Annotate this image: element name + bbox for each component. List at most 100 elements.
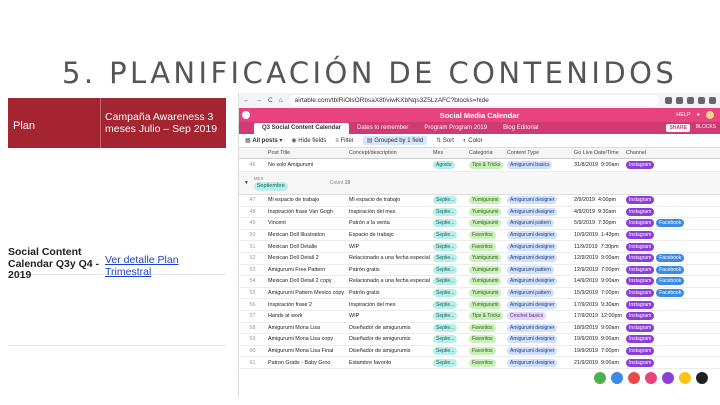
cell-content-type[interactable]: Amigurumi designer xyxy=(505,358,572,367)
blocks-button[interactable]: BLOCKS xyxy=(696,124,716,130)
cell-mes[interactable]: Septie... xyxy=(431,358,467,367)
table-row[interactable]: 52 Mexican Doll Detail 2 Relacionado a una… xyxy=(239,253,720,265)
cell-title[interactable]: No solo Amigurumi xyxy=(266,162,347,168)
tab-dates-to-remember[interactable]: Dates to remember xyxy=(349,123,416,134)
app-shortcut-icon[interactable] xyxy=(679,372,691,384)
cell-mes[interactable]: Septie... xyxy=(431,219,467,228)
table-row[interactable]: 47 Mi espacio de trabajo Mi espacio de tra… xyxy=(239,195,720,207)
bell-icon[interactable]: ● xyxy=(697,112,700,118)
tab-q3-social-content[interactable]: Q3 Social Content Calendar xyxy=(254,123,350,134)
cell-title[interactable]: Amigurumi Pattern Mexico copy xyxy=(266,290,347,296)
col-mes[interactable]: Mes xyxy=(431,150,467,156)
cell-title[interactable]: Amigurumi Mona Lisa xyxy=(266,325,347,331)
cell-concept[interactable]: Inspiración del mes xyxy=(347,302,431,308)
cell-categoria[interactable]: Yumigurumi xyxy=(467,289,505,298)
cell-categoria[interactable]: Favoritos xyxy=(467,335,505,344)
cell-mes[interactable]: Septie... xyxy=(431,196,467,205)
tab-program-2019[interactable]: Program Program 2019 xyxy=(416,123,495,134)
cell-content-type[interactable]: Amigurumi designer xyxy=(505,242,572,251)
col-post-title[interactable]: Post Title xyxy=(266,150,347,156)
cell-categoria[interactable]: Yumigurumi xyxy=(467,254,505,263)
cell-content-type[interactable]: Amigurumi designer xyxy=(505,231,572,240)
cell-channel[interactable]: Instagram xyxy=(624,300,694,309)
chevron-down-icon[interactable]: ▾ xyxy=(245,180,248,186)
col-content-type[interactable]: Content Type xyxy=(505,150,572,156)
cell-date[interactable]: 19/9/2019 9:00am xyxy=(572,336,624,342)
cell-channel[interactable]: Instagram xyxy=(624,323,694,332)
cell-content-type[interactable]: Amigurumi designer xyxy=(505,323,572,332)
cell-date[interactable]: 21/9/2019 9:00am xyxy=(572,360,624,366)
cell-categoria[interactable]: Yumigurumi xyxy=(467,196,505,205)
cell-channel[interactable]: Instagram Facebook xyxy=(624,289,694,298)
cell-date[interactable]: 12/9/2019 9:00am xyxy=(572,255,624,261)
cell-categoria[interactable]: Favoritos xyxy=(467,242,505,251)
cell-mes[interactable]: Septie... xyxy=(431,231,467,240)
cell-categoria[interactable]: Yumigurumi xyxy=(467,265,505,274)
cell-channel[interactable]: Instagram xyxy=(624,207,694,216)
base-title[interactable]: Social Media Calendar xyxy=(239,111,720,120)
cell-concept[interactable]: Estambre favorito xyxy=(347,360,431,366)
cell-mes[interactable]: Septie... xyxy=(431,254,467,263)
app-shortcut-icon[interactable] xyxy=(611,372,623,384)
cell-categoria[interactable]: Yumigurumi xyxy=(467,219,505,228)
cell-concept[interactable]: Patrón gratis xyxy=(347,290,431,296)
table-row[interactable]: 61 Patron Gratis - Baby Groo Estambre favo… xyxy=(239,357,720,369)
cell-date[interactable]: 5/9/2019 7:30pm xyxy=(572,220,624,226)
cell-title[interactable]: Mexican Doll Illustration xyxy=(266,232,347,238)
cell-content-type[interactable]: Crochet basics xyxy=(505,312,572,321)
cell-mes[interactable]: Agosto xyxy=(431,161,467,169)
cell-date[interactable]: 11/9/2019 7:30pm xyxy=(572,244,624,250)
col-go-live[interactable]: Go Live Date/Time xyxy=(572,150,624,156)
col-channel[interactable]: Channel xyxy=(624,150,694,156)
url-field[interactable]: airtable.com/tblRiOlsORbsaX8f/viwKXbNqs3… xyxy=(288,95,659,106)
cell-categoria[interactable]: Favoritos xyxy=(467,323,505,332)
cell-channel[interactable]: Instagram xyxy=(624,231,694,240)
cell-content-type[interactable]: Amigurumi designer xyxy=(505,254,572,263)
cell-concept[interactable]: Diseñador de amigurumis xyxy=(347,348,431,354)
help-button[interactable]: HELP xyxy=(676,112,690,118)
home-icon[interactable]: ⌂ xyxy=(279,97,283,104)
table-row[interactable]: 60 Amigurumi Mona Lisa Final Diseñador de … xyxy=(239,346,720,358)
cell-channel[interactable]: Instagram Facebook xyxy=(624,277,694,286)
share-button[interactable]: SHARE xyxy=(666,124,690,132)
cell-mes[interactable]: Septie... xyxy=(431,265,467,274)
cell-content-type[interactable]: Amigurumi pattern xyxy=(505,219,572,228)
cell-channel[interactable]: Instagram Facebook xyxy=(624,254,694,263)
cell-categoria[interactable]: Favoritos xyxy=(467,347,505,356)
table-row[interactable]: 57 Hands at work WIP Septie... Tips & Tricks… xyxy=(239,311,720,323)
cell-title[interactable]: Mexican Doll Detail 2 xyxy=(266,255,347,261)
cell-categoria[interactable]: Tips & Tricks xyxy=(467,312,505,321)
cell-content-type[interactable]: Amigurumi designer xyxy=(505,347,572,356)
table-row[interactable]: 53 Amigurumi Free Pattern Patrón gratis Sep… xyxy=(239,265,720,277)
cell-concept[interactable]: WIP xyxy=(347,244,431,250)
cell-categoria[interactable]: Favoritos xyxy=(467,231,505,240)
cell-date[interactable]: 18/9/2019 9:00am xyxy=(572,325,624,331)
plan-detail-link[interactable]: Ver detalle Plan Trimestral xyxy=(105,254,179,278)
cell-concept[interactable]: Mi espacio de trabajo xyxy=(347,197,431,203)
table-row[interactable]: 54 Mexican Doll Detail 2 copy Relacionado … xyxy=(239,276,720,288)
cell-title[interactable]: Amigurumi Mona Lisa Final xyxy=(266,348,347,354)
cell-content-type[interactable]: Amigurumi designer xyxy=(505,207,572,216)
extension-icon[interactable] xyxy=(687,97,694,104)
table-row[interactable]: 48 Inspiración frase Van Gogh Inspiración … xyxy=(239,207,720,219)
cell-date[interactable]: 10/9/2019 1:43pm xyxy=(572,232,624,238)
extension-icon[interactable] xyxy=(698,97,705,104)
cell-title[interactable]: Mi espacio de trabajo xyxy=(266,197,347,203)
cell-channel[interactable]: Instagram xyxy=(624,335,694,344)
cell-mes[interactable]: Septie... xyxy=(431,335,467,344)
cell-channel[interactable]: Instagram Facebook xyxy=(624,265,694,274)
app-shortcut-icon[interactable] xyxy=(594,372,606,384)
cell-channel[interactable]: Instagram xyxy=(624,196,694,205)
cell-categoria[interactable]: Yumigurumi xyxy=(467,207,505,216)
cell-mes[interactable]: Septie... xyxy=(431,323,467,332)
extension-icon[interactable] xyxy=(665,97,672,104)
cell-date[interactable]: 17/9/2019 12:00pm xyxy=(572,313,624,319)
forward-icon[interactable]: → xyxy=(256,97,263,104)
cell-date[interactable]: 2/9/2019 4:00pm xyxy=(572,197,624,203)
cell-date[interactable]: 12/9/2019 7:00pm xyxy=(572,267,624,273)
group-button[interactable]: ▤ Grouped by 1 field xyxy=(362,136,428,145)
cell-date[interactable]: 31/8/2019 9:00am xyxy=(572,162,624,168)
app-shortcut-icon[interactable] xyxy=(645,372,657,384)
cell-content-type[interactable]: Amigurumi basics xyxy=(505,161,572,169)
cell-content-type[interactable]: Amigurumi pattern xyxy=(505,289,572,298)
